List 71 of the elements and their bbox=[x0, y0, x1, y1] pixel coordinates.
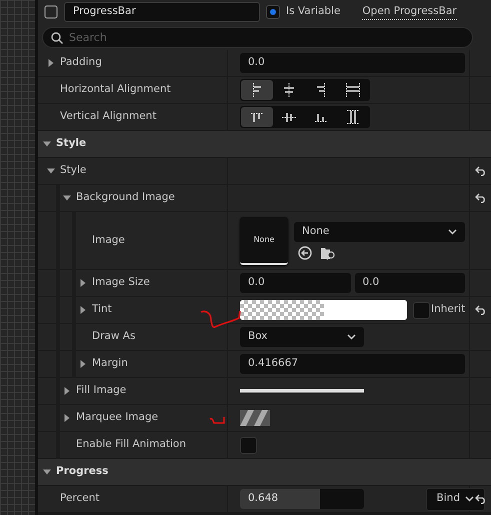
triangle-icon[interactable] bbox=[79, 360, 87, 368]
reset-arrow-icon[interactable] bbox=[474, 166, 486, 176]
checkbox[interactable] bbox=[240, 436, 257, 454]
triangle-icon[interactable] bbox=[47, 59, 55, 67]
triangle-icon[interactable] bbox=[79, 306, 87, 314]
search-field[interactable]: Search bbox=[42, 26, 473, 48]
fill-horizontal-icon bbox=[346, 83, 360, 97]
triangle-icon[interactable] bbox=[63, 414, 71, 422]
triangle-icon[interactable] bbox=[43, 468, 51, 476]
hand-drawn-mark bbox=[199, 308, 243, 330]
align-right-icon bbox=[317, 83, 325, 97]
triangle-icon[interactable] bbox=[47, 167, 55, 175]
alignment-toggle[interactable] bbox=[241, 80, 273, 100]
reset-arrow-icon[interactable] bbox=[474, 305, 486, 315]
fill-vertical-icon bbox=[347, 110, 359, 124]
striped-preview-icon[interactable] bbox=[240, 410, 270, 426]
chevron-down-icon bbox=[347, 334, 356, 340]
folder-search-icon[interactable] bbox=[320, 246, 336, 260]
alignment-toggle[interactable] bbox=[241, 107, 273, 127]
chevron-down-icon bbox=[448, 228, 457, 234]
checkbox[interactable] bbox=[266, 5, 280, 19]
triangle-icon[interactable] bbox=[79, 279, 87, 287]
open-link[interactable]: Open ProgressBar bbox=[362, 4, 457, 20]
checkbox-label: Is Variable bbox=[286, 4, 340, 20]
property-label: Vertical Alignment bbox=[60, 109, 156, 124]
hand-drawn-mark bbox=[209, 416, 226, 425]
asset-dropdown[interactable]: None bbox=[294, 222, 465, 242]
bind-button[interactable]: Bind bbox=[426, 488, 485, 510]
triangle-icon[interactable] bbox=[63, 194, 71, 202]
section-title: Style bbox=[56, 136, 86, 152]
align-top-icon bbox=[251, 112, 263, 122]
reset-arrow-icon[interactable] bbox=[474, 494, 486, 504]
property-label: Fill Image bbox=[76, 383, 126, 398]
color-swatch[interactable] bbox=[240, 300, 407, 320]
number-field[interactable]: 0.0 bbox=[240, 53, 465, 73]
property-label: Padding bbox=[60, 55, 102, 70]
number-field[interactable]: 0.0 bbox=[240, 273, 350, 293]
property-label: Horizontal Alignment bbox=[60, 82, 171, 98]
property-label: Style bbox=[60, 163, 86, 178]
number-field[interactable]: 0.0 bbox=[354, 273, 465, 293]
dropdown-value: Box bbox=[248, 329, 268, 344]
property-label: Draw As bbox=[92, 329, 136, 344]
align-middle-icon bbox=[282, 112, 296, 122]
property-label: Image Size bbox=[92, 275, 150, 290]
number-field[interactable]: 0.416667 bbox=[240, 354, 465, 374]
align-bottom-icon bbox=[315, 112, 327, 122]
name-field[interactable]: ProgressBar bbox=[64, 2, 260, 22]
dropdown[interactable]: Box bbox=[240, 327, 364, 347]
reset-arrow-icon[interactable] bbox=[474, 193, 486, 203]
section-title: Progress bbox=[56, 464, 108, 480]
progress-value: 0.648 bbox=[247, 491, 278, 506]
property-label: Percent bbox=[60, 491, 100, 506]
align-left-icon bbox=[253, 83, 261, 97]
property-label: Image bbox=[92, 232, 125, 248]
checkbox-label: Inherit bbox=[431, 302, 466, 318]
chevron-down-icon bbox=[465, 496, 474, 502]
property-label: Background Image bbox=[76, 190, 175, 206]
image-thumbnail[interactable]: None bbox=[240, 216, 288, 264]
property-label: Margin bbox=[92, 356, 128, 372]
checkbox[interactable] bbox=[413, 302, 430, 318]
progress-field[interactable]: 0.648 bbox=[240, 489, 364, 509]
property-label: Enable Fill Animation bbox=[76, 437, 186, 452]
align-center-icon bbox=[284, 83, 294, 97]
triangle-icon[interactable] bbox=[43, 140, 51, 148]
dropdown-value: None bbox=[302, 224, 330, 239]
property-label: Marquee Image bbox=[76, 410, 158, 426]
bar-preview-icon[interactable] bbox=[240, 388, 364, 394]
triangle-icon[interactable] bbox=[63, 387, 71, 395]
property-label: Tint bbox=[92, 302, 112, 318]
back-arrow-circle-icon[interactable] bbox=[298, 246, 312, 260]
widget-icon bbox=[44, 5, 58, 19]
